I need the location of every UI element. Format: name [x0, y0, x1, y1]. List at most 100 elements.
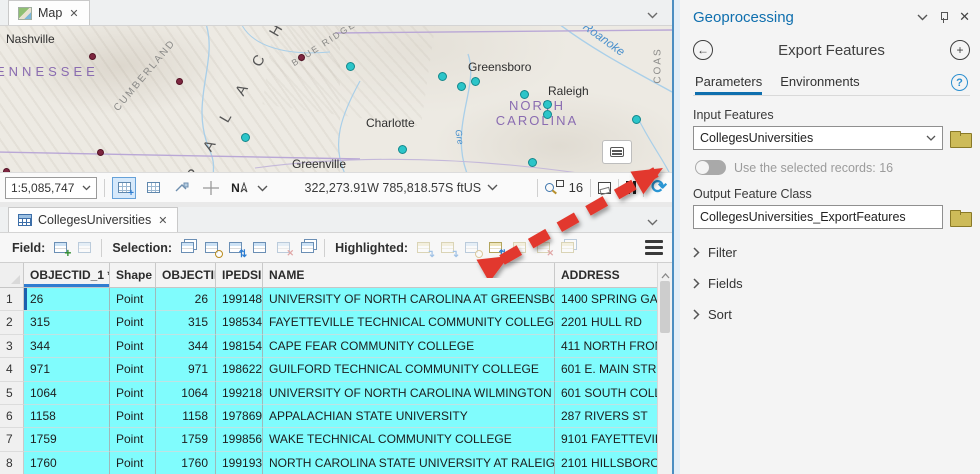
row-number-cell[interactable]: 3 — [0, 334, 24, 359]
table-cell[interactable]: 199148 — [216, 288, 263, 312]
back-button[interactable]: ← — [693, 40, 713, 60]
row-number-cell[interactable]: 7 — [0, 428, 24, 452]
select-tool-button[interactable] — [598, 181, 612, 194]
table-row[interactable]: 4 971 Point 971 198622 GUILFORD TECHNICAL COM… — [0, 358, 672, 382]
table-cell[interactable]: APPALACHIAN STATE UNIVERSITY — [263, 404, 555, 429]
row-number-cell[interactable]: 5 — [0, 381, 24, 405]
coordinate-readout[interactable]: 322,273.91W 785,818.57S ftUS — [305, 181, 499, 195]
table-cell[interactable]: 1064 — [24, 381, 110, 405]
row-number-cell[interactable]: 2 — [0, 311, 24, 335]
table-cell[interactable]: 197869 — [216, 404, 263, 429]
pin-icon[interactable] — [940, 11, 949, 23]
table-cell[interactable]: UNIVERSITY OF NORTH CAROLINA AT GREENSBO… — [263, 288, 555, 312]
table-row[interactable]: 6 1158 Point 1158 197869 APPALACHIAN STATE UN… — [0, 404, 672, 429]
north-arrow-button[interactable]: N — [228, 177, 252, 199]
college-marker[interactable] — [176, 78, 183, 85]
selected-college-marker[interactable] — [241, 133, 250, 142]
calculate-field-button[interactable] — [75, 237, 96, 258]
table-cell[interactable]: 9101 FAYETTEVILLE RO — [555, 428, 672, 452]
tab-environments[interactable]: Environments — [780, 74, 859, 95]
browse-folder-icon[interactable] — [950, 130, 972, 148]
college-marker[interactable] — [3, 168, 10, 172]
table-cell[interactable]: 199218 — [216, 381, 263, 405]
table-cell[interactable]: 1158 — [156, 404, 216, 429]
table-cell[interactable]: 1759 — [156, 428, 216, 452]
tab-colleges-universities[interactable]: CollegesUniversities ✕ — [8, 207, 179, 232]
browse-folder-icon[interactable] — [950, 209, 972, 227]
table-cell[interactable]: NORTH CAROLINA STATE UNIVERSITY AT RALEI… — [263, 451, 555, 474]
select-all-corner[interactable] — [0, 263, 24, 287]
help-icon[interactable]: ? — [951, 74, 968, 91]
table-cell[interactable]: 1064 — [156, 381, 216, 405]
snapping-button[interactable] — [199, 177, 223, 199]
table-row[interactable]: 2 315 Point 315 198534 FAYETTEVILLE TECHNICAL… — [0, 311, 672, 335]
column-header-name[interactable]: NAME — [263, 263, 555, 287]
table-cell[interactable]: WAKE TECHNICAL COMMUNITY COLLEGE — [263, 428, 555, 452]
row-number-cell[interactable]: 4 — [0, 358, 24, 382]
table-cell[interactable]: Point — [110, 451, 156, 474]
table-row[interactable]: 5 1064 Point 1064 199218 UNIVERSITY OF NORTH … — [0, 381, 672, 405]
column-header-ipedsid[interactable]: IPEDSID — [216, 263, 263, 287]
delete-highlighted-button[interactable] — [534, 237, 555, 259]
table-cell[interactable]: Point — [110, 334, 156, 359]
copy-highlighted-button[interactable] — [558, 237, 579, 258]
close-icon[interactable]: ✕ — [157, 214, 168, 227]
delete-selection-button[interactable] — [274, 237, 295, 259]
table-cell[interactable]: 287 RIVERS ST — [555, 404, 672, 429]
table-cell[interactable]: CAPE FEAR COMMUNITY COLLEGE — [263, 334, 555, 359]
highlight-button[interactable] — [414, 237, 435, 260]
table-cell[interactable]: Point — [110, 358, 156, 382]
row-number-cell[interactable]: 6 — [0, 404, 24, 429]
scrollbar-thumb[interactable] — [660, 281, 670, 333]
table-cell[interactable]: 315 — [156, 311, 216, 335]
add-field-button[interactable] — [51, 237, 72, 260]
table-cell[interactable]: 199193 — [216, 451, 263, 474]
selected-college-marker[interactable] — [471, 77, 480, 86]
chevron-down-icon[interactable] — [257, 181, 268, 195]
row-number-cell[interactable]: 1 — [0, 288, 24, 312]
selected-college-marker[interactable] — [520, 90, 529, 99]
table-cell[interactable]: 344 — [24, 334, 110, 359]
column-header-address[interactable]: ADDRESS — [555, 263, 672, 287]
table-row[interactable]: 7 1759 Point 1759 199856 WAKE TECHNICAL COMMU… — [0, 428, 672, 452]
table-cell[interactable]: 601 SOUTH COLLEGE — [555, 381, 672, 405]
selection-count-button[interactable]: 16 — [544, 180, 583, 195]
select-by-attributes-button[interactable] — [178, 237, 199, 258]
table-cell[interactable]: 26 — [24, 288, 110, 312]
pause-drawing-button[interactable] — [626, 181, 637, 194]
table-cell[interactable]: UNIVERSITY OF NORTH CAROLINA WILMINGTON — [263, 381, 555, 405]
edit-vertices-button[interactable] — [170, 177, 194, 199]
selected-college-marker[interactable] — [457, 82, 466, 91]
table-cell[interactable]: 198154 — [216, 334, 263, 359]
table-cell[interactable]: Point — [110, 404, 156, 429]
table-cell[interactable]: GUILFORD TECHNICAL COMMUNITY COLLEGE — [263, 358, 555, 382]
refresh-icon[interactable]: ⟳ — [651, 178, 667, 197]
table-cell[interactable]: 1158 — [24, 404, 110, 429]
table-cell[interactable]: 601 E. MAIN STREET — [555, 358, 672, 382]
column-header-objectid-1[interactable]: OBJECTID_1 * — [24, 263, 110, 287]
map-view[interactable]: Nashville ENNESSEE CUMBERLAND A P P A L … — [0, 26, 672, 172]
table-cell[interactable]: 1760 — [24, 451, 110, 474]
table-row[interactable]: 3 344 Point 344 198154 CAPE FEAR COMMUNITY CO… — [0, 334, 672, 359]
clear-highlight-button[interactable] — [510, 237, 531, 258]
selected-college-marker[interactable] — [543, 110, 552, 119]
switch-selection-button[interactable] — [226, 237, 247, 260]
row-number-cell[interactable]: 8 — [0, 451, 24, 474]
table-cell[interactable]: 411 NORTH FRONT ST — [555, 334, 672, 359]
add-tool-button[interactable]: + — [950, 40, 970, 60]
table-cell[interactable]: 26 — [156, 288, 216, 312]
selected-college-marker[interactable] — [528, 158, 537, 167]
table-cell[interactable]: 198622 — [216, 358, 263, 382]
table-row[interactable]: 8 1760 Point 1760 199193 NORTH CAROLINA STATE… — [0, 451, 672, 474]
close-icon[interactable]: ✕ — [68, 7, 79, 20]
table-cell[interactable]: 2101 HILLSBOROUGH — [555, 451, 672, 474]
section-filter[interactable]: Filter — [693, 245, 970, 260]
switch-highlight-button[interactable] — [486, 237, 507, 260]
table-row[interactable]: 1 26 Point 26 199148 UNIVERSITY OF NORTH CARO… — [0, 288, 672, 312]
grid-button[interactable] — [141, 177, 165, 199]
table-cell[interactable]: 1760 — [156, 451, 216, 474]
section-sort[interactable]: Sort — [693, 307, 970, 322]
section-fields[interactable]: Fields — [693, 276, 970, 291]
college-marker[interactable] — [298, 54, 305, 61]
table-cell[interactable]: 971 — [156, 358, 216, 382]
